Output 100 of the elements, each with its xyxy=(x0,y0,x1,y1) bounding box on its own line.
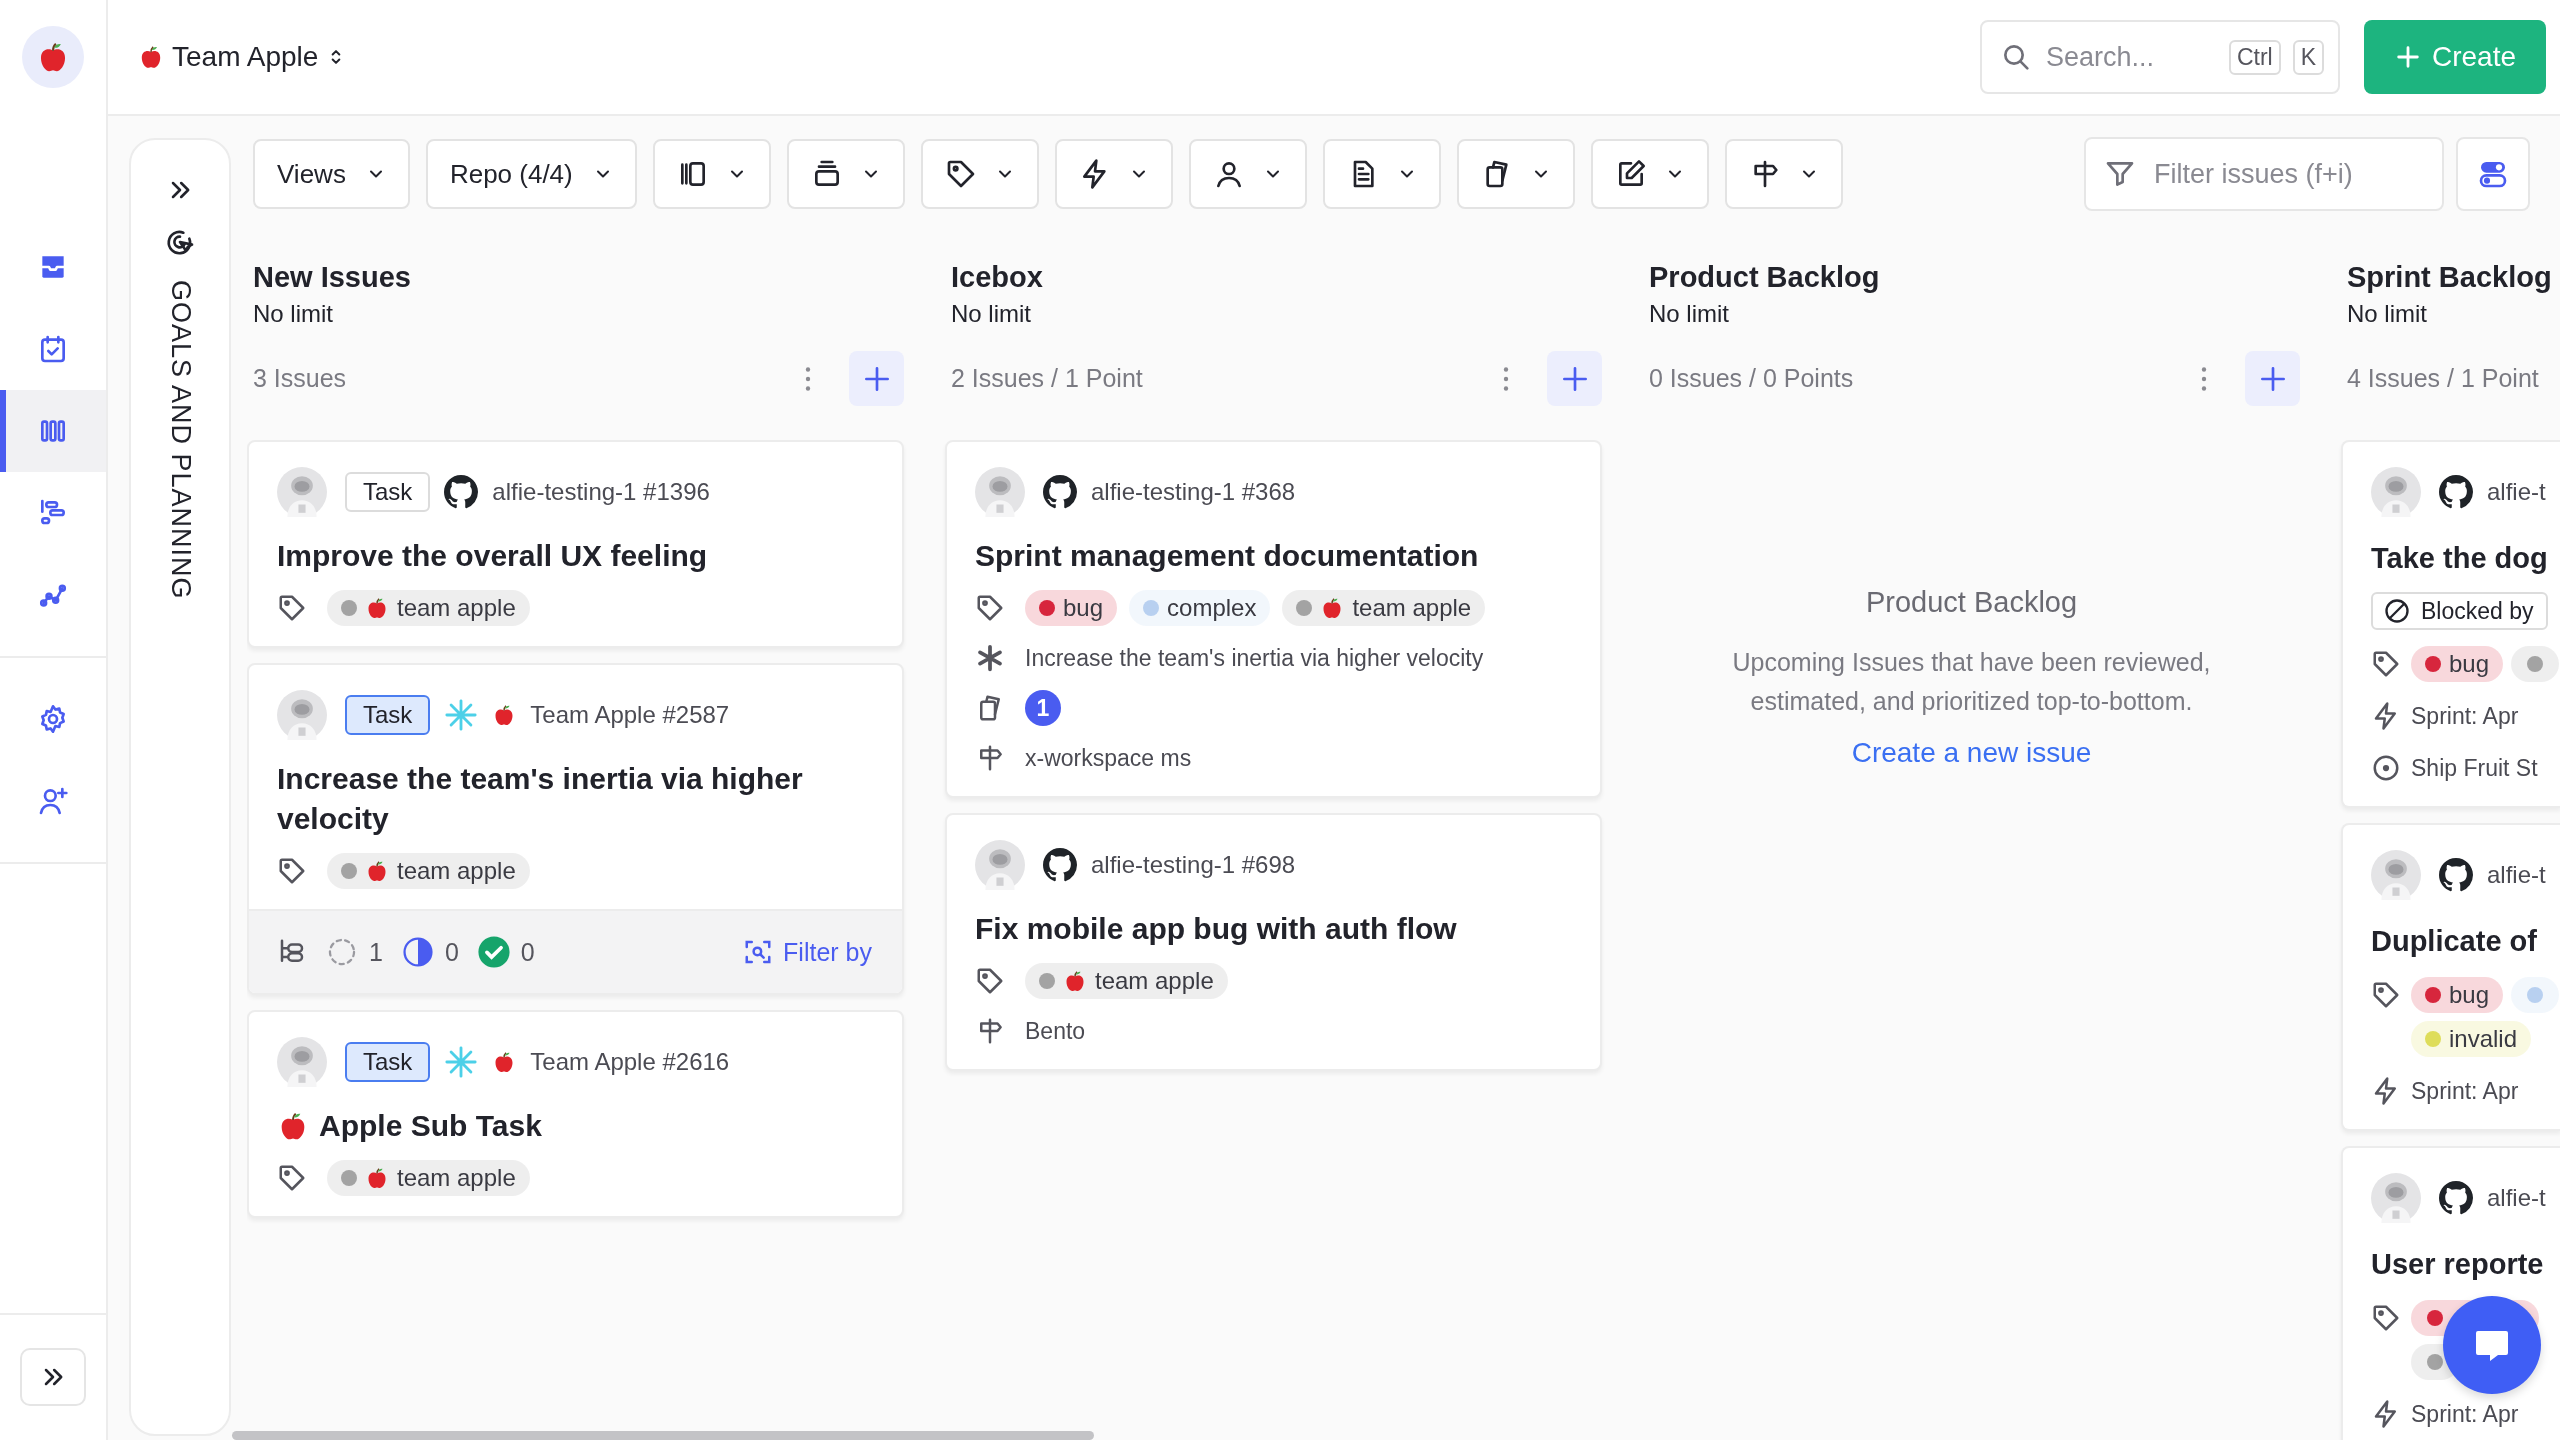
github-icon xyxy=(2439,475,2473,509)
issue-count: 0 Issues / 0 Points xyxy=(1649,364,1855,393)
issue-title: Take the dog xyxy=(2371,541,2548,576)
add-issue-button[interactable] xyxy=(1547,351,1602,406)
sparkle-icon xyxy=(444,1045,479,1079)
github-icon xyxy=(1043,848,1077,882)
toolbar-dropdown[interactable] xyxy=(1724,139,1843,209)
tag-icon xyxy=(975,966,1005,996)
avatar xyxy=(277,690,327,740)
avatar xyxy=(277,1037,327,1087)
field-value: x-workspace ms xyxy=(1025,744,1192,772)
blocked-text: Blocked by xyxy=(2421,597,2534,625)
github-icon xyxy=(444,475,479,509)
issue-title: Fix mobile app bug with auth flow xyxy=(975,911,1457,947)
tag-icon xyxy=(277,1163,307,1193)
tag-text: team apple xyxy=(397,1164,516,1192)
toolbar-dropdown[interactable]: Repo (4/4) xyxy=(425,139,637,209)
tag-text: invalid xyxy=(2449,1025,2518,1053)
issue-reference: alfie-t xyxy=(2487,478,2546,506)
expand-button[interactable] xyxy=(20,1348,86,1406)
more-icon xyxy=(2201,365,2207,392)
empty-state-title: Product Backlog xyxy=(1865,586,2078,619)
toolbar-dropdown[interactable] xyxy=(1456,139,1575,209)
tag-icon xyxy=(2371,1303,2401,1333)
shortcut-key: Ctrl xyxy=(2228,39,2281,75)
issue-card[interactable]: Task Team Apple #2587 Increase the team's inertia via higher velocity team apple 1 0 0 Filter by xyxy=(247,663,904,995)
add-issue-button[interactable] xyxy=(2245,351,2300,406)
field-value: Increase the team's inertia via higher velocity xyxy=(1025,644,1484,672)
issue-title: User reporte xyxy=(2371,1247,2544,1282)
tag-text: bug xyxy=(2449,650,2490,678)
filter-input[interactable]: Filter issues (f+i) xyxy=(2152,157,2424,191)
issue-title: Sprint management documentation xyxy=(975,538,1479,574)
filter-by-link[interactable]: Filter by xyxy=(743,937,872,967)
field-value: Sprint: Apr xyxy=(2411,702,2519,730)
add-user-icon xyxy=(37,785,69,817)
check-circle-icon xyxy=(476,935,511,969)
tag-icon xyxy=(2371,980,2401,1010)
issue-title: Duplicate of xyxy=(2371,924,2537,959)
toolbar-dropdown[interactable] xyxy=(1322,139,1441,209)
tag-text: team apple xyxy=(397,857,516,885)
issue-count: 4 Issues / 1 Point xyxy=(2347,364,2540,393)
nav-item[interactable] xyxy=(0,390,106,472)
issue-card[interactable]: Task Team Apple #2616 Apple Sub Task team apple xyxy=(247,1010,904,1218)
tag-text: bug xyxy=(2449,981,2490,1009)
issue-title: Apple Sub Task xyxy=(319,1108,542,1144)
column-limit: No limit xyxy=(951,299,1032,329)
issue-count: 3 Issues xyxy=(253,364,348,393)
add-issue-button[interactable] xyxy=(849,351,904,406)
github-icon xyxy=(1043,475,1077,509)
half-circle-icon xyxy=(400,935,435,969)
type-badge: Task xyxy=(345,1042,431,1082)
field-value: Sprint: Apr xyxy=(2411,1400,2519,1428)
more-icon xyxy=(1503,365,1509,392)
column-limit: No limit xyxy=(253,299,334,329)
tag-text: team apple xyxy=(1095,967,1214,995)
issue-reference: alfie-testing-1 #1396 xyxy=(492,478,710,506)
create-issue-link[interactable]: Create a new issue xyxy=(1851,737,2092,769)
shortcut-key: K xyxy=(2292,39,2324,75)
avatar xyxy=(975,840,1025,890)
issue-reference: alfie-testing-1 #368 xyxy=(1091,478,1296,506)
column-title: New Issues xyxy=(253,260,412,295)
field-value: Bento xyxy=(1025,1017,1086,1045)
issue-title: Improve the overall UX feeling xyxy=(277,538,708,574)
type-badge: Task xyxy=(345,472,431,512)
asterisk-icon xyxy=(975,643,1005,673)
toolbar-dropdown[interactable]: Views xyxy=(253,139,410,209)
column-title: Product Backlog xyxy=(1649,260,1881,295)
issue-card[interactable]: alfie-t Duplicate of bug invalid Sprint: Apr xyxy=(2341,823,2560,1131)
sub-issue-count: 0 xyxy=(444,937,459,967)
toolbar-dropdown[interactable] xyxy=(652,139,771,209)
toolbar-dropdown[interactable] xyxy=(1054,139,1173,209)
avatar xyxy=(975,467,1025,517)
search-input[interactable]: Search... xyxy=(2044,40,2217,74)
target-icon xyxy=(2371,753,2401,783)
search-field[interactable]: Search... Ctrl K xyxy=(1980,20,2340,94)
issue-reference: alfie-t xyxy=(2487,861,2546,889)
issue-reference: alfie-testing-1 #698 xyxy=(1091,851,1296,879)
toolbar-dropdown[interactable] xyxy=(1590,139,1709,209)
avatar xyxy=(2371,850,2421,900)
issue-card[interactable]: alfie-testing-1 #698 Fix mobile app bug with auth flow team apple Bento xyxy=(945,813,1602,1071)
team-switcher[interactable]: Team Apple xyxy=(138,41,347,73)
horizontal-scrollbar[interactable] xyxy=(232,1431,1094,1440)
issue-title: Increase the team's inertia via higher velocity xyxy=(277,761,804,837)
field-value: Sprint: Apr xyxy=(2411,1077,2519,1105)
display-settings-button[interactable] xyxy=(2456,137,2530,211)
issue-reference: Team Apple #2587 xyxy=(530,701,730,729)
issue-count: 2 Issues / 1 Point xyxy=(951,364,1144,393)
avatar xyxy=(277,467,327,517)
issue-card[interactable]: alfie-t Take the dog Blocked by bug Sprint: Apr Ship Fruit St xyxy=(2341,440,2560,808)
toolbar-dropdown[interactable] xyxy=(786,139,905,209)
toolbar-dropdown[interactable] xyxy=(920,139,1039,209)
avatar xyxy=(2371,1173,2421,1223)
github-icon xyxy=(2439,1181,2473,1215)
issue-card[interactable]: alfie-testing-1 #368 Sprint management documentation bug complex team apple Increase the team's inertia via higher velocity 1 x-workspace ms xyxy=(945,440,1602,798)
tag-icon xyxy=(277,856,307,886)
issue-reference: Team Apple #2616 xyxy=(530,1048,730,1076)
filter-field[interactable]: Filter issues (f+i) xyxy=(2084,137,2444,211)
issue-card[interactable]: Task alfie-testing-1 #1396 Improve the overall UX feeling team apple xyxy=(247,440,904,648)
column-limit: No limit xyxy=(2347,299,2428,329)
tag-icon xyxy=(975,593,1005,623)
